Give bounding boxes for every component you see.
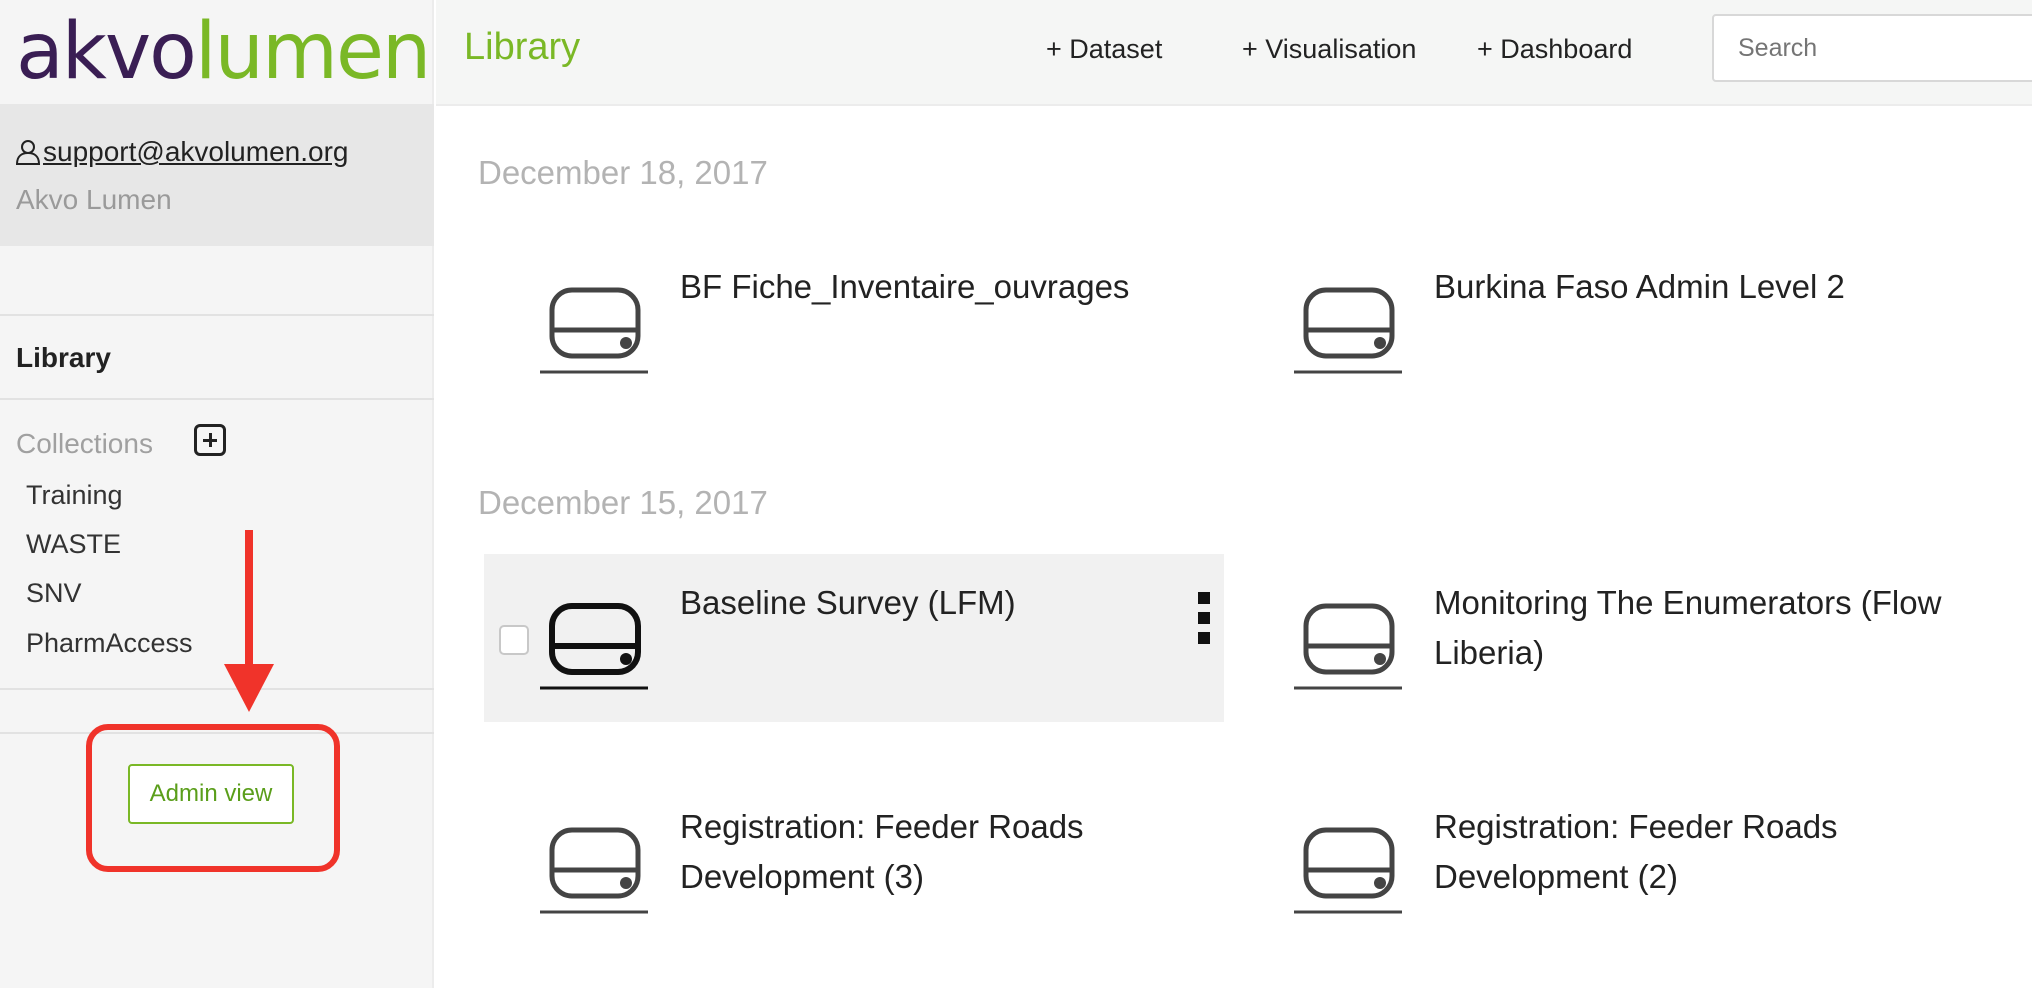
akvolumen-logo[interactable]: akvolumen xyxy=(16,2,432,102)
add-visualisation-button[interactable]: + Visualisation xyxy=(1242,34,1416,65)
user-email-text: support@akvolumen.org xyxy=(43,136,349,167)
logo-part-lumen: lumen xyxy=(194,7,432,97)
top-bar: Library + Dataset + Visualisation + Dash… xyxy=(436,0,2032,106)
collection-item-waste[interactable]: WASTE xyxy=(26,529,121,560)
search-input[interactable] xyxy=(1712,14,2032,82)
user-organisation: Akvo Lumen xyxy=(16,184,172,215)
hard-drive-icon xyxy=(540,827,648,914)
dataset-title: Baseline Survey (LFM) xyxy=(680,584,1016,621)
collection-item-training[interactable]: Training xyxy=(26,480,123,511)
user-icon xyxy=(15,140,41,165)
sidebar-divider xyxy=(0,398,434,400)
hard-drive-icon xyxy=(1294,287,1402,374)
dataset-title: Monitoring The Enumerators (Flow Liberia… xyxy=(1434,584,1942,671)
sidebar-divider xyxy=(0,314,434,316)
hard-drive-icon xyxy=(540,603,648,690)
admin-view-button[interactable]: Admin view xyxy=(128,764,294,824)
dataset-title: BF Fiche_Inventaire_ouvrages xyxy=(680,268,1130,305)
page-title: Library xyxy=(464,26,581,68)
collection-item-snv[interactable]: SNV xyxy=(26,578,82,609)
dataset-title: Burkina Faso Admin Level 2 xyxy=(1434,268,1845,305)
hard-drive-icon xyxy=(1294,603,1402,690)
add-dashboard-button[interactable]: + Dashboard xyxy=(1477,34,1632,65)
dataset-title: Registration: Feeder Roads Development (… xyxy=(680,808,1084,895)
date-group-heading: December 15, 2017 xyxy=(478,484,768,521)
sidebar-item-library[interactable]: Library xyxy=(16,342,111,374)
hard-drive-icon xyxy=(1294,827,1402,914)
dataset-card[interactable]: Monitoring The Enumerators (Flow Liberia… xyxy=(1238,554,1978,722)
sidebar-divider xyxy=(0,688,434,690)
dataset-card[interactable]: Registration: Feeder Roads Development (… xyxy=(484,778,1224,946)
collection-item-pharmaccess[interactable]: PharmAccess xyxy=(26,628,193,659)
dataset-title: Registration: Feeder Roads Development (… xyxy=(1434,808,1838,895)
user-email-link[interactable]: support@akvolumen.org xyxy=(15,136,348,168)
dataset-card[interactable]: Registration: Feeder Roads Development (… xyxy=(1238,778,1978,946)
dataset-card[interactable]: Burkina Faso Admin Level 2 xyxy=(1238,238,1978,406)
add-dataset-button[interactable]: + Dataset xyxy=(1046,34,1162,65)
annotation-arrow xyxy=(245,530,253,666)
annotation-arrow-head xyxy=(224,664,274,712)
user-panel: support@akvolumen.org Akvo Lumen xyxy=(0,104,434,246)
select-checkbox[interactable] xyxy=(499,625,529,655)
kebab-menu-icon[interactable] xyxy=(1198,592,1212,644)
hard-drive-icon xyxy=(540,287,648,374)
date-group-heading: December 18, 2017 xyxy=(478,154,768,191)
collections-heading: Collections xyxy=(16,428,153,459)
add-collection-icon[interactable] xyxy=(194,424,226,456)
sidebar: akvolumen support@akvolumen.org Akvo Lum… xyxy=(0,0,434,988)
dataset-card[interactable]: BF Fiche_Inventaire_ouvrages xyxy=(484,238,1224,406)
logo-part-akvo: akvo xyxy=(16,7,197,97)
dataset-card[interactable]: Baseline Survey (LFM) xyxy=(484,554,1224,722)
